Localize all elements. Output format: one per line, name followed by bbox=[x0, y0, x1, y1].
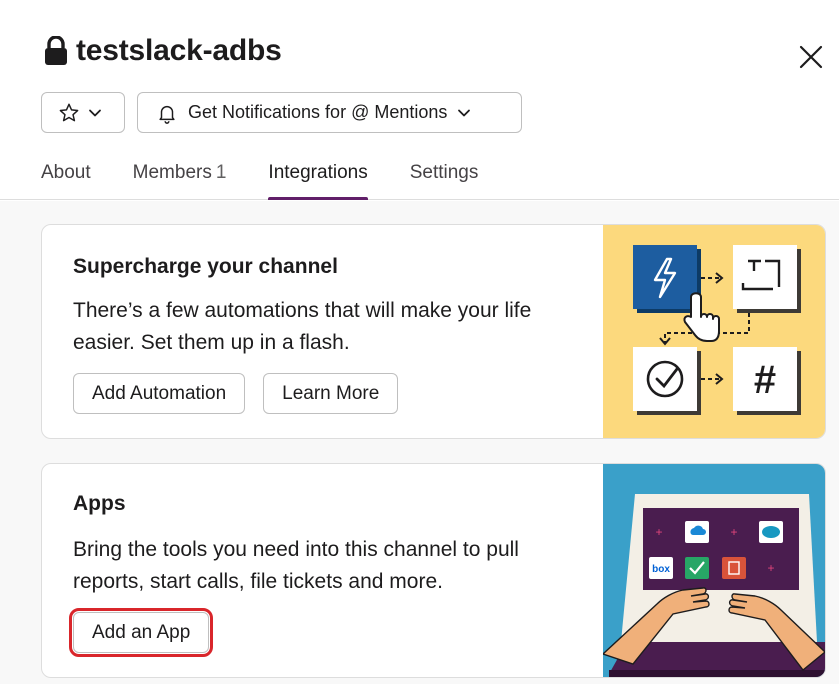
members-count: 1 bbox=[215, 162, 227, 183]
workflow-illustration: # bbox=[633, 245, 801, 415]
chevron-down-icon bbox=[89, 109, 101, 116]
svg-text:+: + bbox=[767, 561, 774, 575]
lock-icon bbox=[45, 36, 67, 65]
header-controls: Get Notifications for @ Mentions bbox=[41, 92, 522, 133]
star-button[interactable] bbox=[41, 92, 125, 133]
apps-card: Apps Bring the tools you need into this … bbox=[41, 463, 826, 678]
add-an-app-button[interactable]: Add an App bbox=[68, 608, 214, 657]
tab-label: Integrations bbox=[268, 162, 368, 183]
svg-text:#: # bbox=[754, 358, 776, 402]
add-automation-button[interactable]: Add Automation bbox=[73, 373, 246, 414]
laptop-illustration: box + + + bbox=[601, 494, 825, 677]
title-row: testslack-adbs bbox=[44, 34, 282, 68]
tab-members[interactable]: Members 1 bbox=[133, 158, 227, 200]
automation-card-actions: Add Automation Learn More bbox=[73, 373, 399, 414]
apps-card-title: Apps bbox=[73, 492, 126, 515]
apps-card-actions: Add an App bbox=[68, 608, 214, 657]
svg-text:box: box bbox=[652, 564, 670, 575]
apps-illustration: box + + + bbox=[601, 464, 825, 677]
tab-label: Settings bbox=[409, 162, 479, 183]
automation-card: Supercharge your channel There’s a few a… bbox=[41, 224, 826, 439]
text-tile bbox=[733, 245, 801, 313]
tab-label: About bbox=[41, 162, 91, 183]
tab-label: Members bbox=[132, 162, 212, 183]
notifications-button[interactable]: Get Notifications for @ Mentions bbox=[137, 92, 522, 133]
bell-icon bbox=[159, 105, 175, 124]
integrations-panel: Supercharge your channel There’s a few a… bbox=[0, 201, 839, 684]
close-icon[interactable] bbox=[796, 42, 826, 72]
notifications-label: Get Notifications for @ Mentions bbox=[188, 102, 448, 122]
star-icon bbox=[59, 103, 79, 121]
tab-about[interactable]: About bbox=[41, 158, 91, 200]
automation-card-title: Supercharge your channel bbox=[73, 255, 338, 278]
learn-more-button[interactable]: Learn More bbox=[263, 373, 399, 414]
tab-bar: About Members 1 Integrations Settings bbox=[41, 158, 520, 200]
svg-text:+: + bbox=[730, 525, 737, 539]
tab-settings[interactable]: Settings bbox=[410, 158, 479, 200]
check-tile bbox=[633, 347, 701, 415]
hash-tile: # bbox=[733, 347, 801, 415]
automation-card-text: There’s a few automations that will make… bbox=[73, 299, 532, 354]
apps-card-text: Bring the tools you need into this chann… bbox=[73, 538, 519, 593]
svg-text:+: + bbox=[655, 525, 662, 539]
chevron-down-icon bbox=[458, 109, 471, 116]
automation-illustration: # bbox=[603, 225, 825, 438]
channel-title: testslack-adbs bbox=[76, 34, 282, 67]
tab-integrations[interactable]: Integrations bbox=[268, 158, 369, 200]
channel-header: testslack-adbs Get Notifications for @ M… bbox=[0, 0, 839, 200]
